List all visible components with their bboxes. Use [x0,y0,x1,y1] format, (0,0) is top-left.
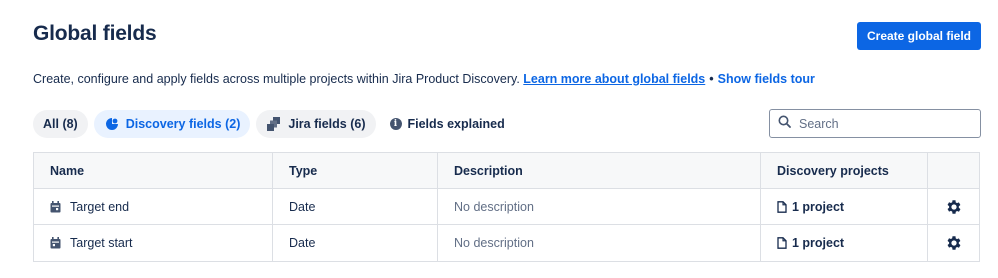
projects-count: 1 project [792,199,845,214]
filter-discovery-label: Discovery fields (2) [125,117,241,131]
column-header-actions [928,153,979,188]
projects-link[interactable]: 1 project [777,200,844,214]
create-global-field-button[interactable]: Create global field [857,22,981,50]
calendar-icon [50,237,62,249]
filter-discovery-fields[interactable]: Discovery fields (2) [93,110,251,138]
field-name-cell: Target start [34,225,273,261]
search-input[interactable] [799,116,969,131]
field-name[interactable]: Target start [70,236,133,250]
field-actions-cell [928,189,979,224]
document-icon [777,237,787,249]
projects-link[interactable]: 1 project [777,236,844,250]
document-icon [777,200,787,213]
column-header-name[interactable]: Name [34,153,273,188]
filter-jira-fields[interactable]: Jira fields (6) [256,110,376,138]
field-name-cell: Target end [34,189,273,224]
field-description-cell: No description [438,189,761,224]
column-header-discovery-projects[interactable]: Discovery projects [761,153,928,188]
field-name[interactable]: Target end [70,200,129,214]
column-header-type[interactable]: Type [273,153,438,188]
page-title: Global fields [33,22,157,45]
field-filters: All (8) Discovery fields (2) Jira fields… [33,110,505,138]
show-fields-tour-link[interactable]: Show fields tour [718,72,815,86]
table-header: Name Type Description Discovery projects [34,153,979,189]
field-description-cell: No description [438,225,761,261]
filter-all[interactable]: All (8) [33,110,88,138]
field-projects-cell: 1 project [761,225,928,261]
intro-text: Create, configure and apply fields acros… [33,72,815,86]
field-type-cell: Date [273,189,438,224]
search-icon [778,115,791,133]
table-row[interactable]: Target start Date No description 1 proje… [34,225,979,261]
gear-icon[interactable] [945,198,963,216]
projects-count: 1 project [792,236,845,250]
table-row[interactable]: Target end Date No description 1 project [34,189,979,225]
field-actions-cell [928,225,979,261]
discovery-bulb-icon [104,116,120,132]
intro-description: Create, configure and apply fields acros… [33,72,520,86]
fields-explained-button[interactable]: i Fields explained [389,117,505,131]
global-fields-table: Name Type Description Discovery projects… [33,152,980,262]
field-projects-cell: 1 project [761,189,928,224]
separator-dot: • [709,72,714,86]
fields-explained-label: Fields explained [407,117,505,131]
filter-jira-label: Jira fields (6) [288,117,366,131]
column-header-description[interactable]: Description [438,153,761,188]
filter-all-label: All (8) [43,117,78,131]
jira-icon [266,116,282,132]
gear-icon[interactable] [945,234,963,252]
field-type-cell: Date [273,225,438,261]
calendar-icon [50,200,62,213]
info-icon: i [389,118,402,130]
search-box[interactable] [769,109,981,138]
learn-more-link[interactable]: Learn more about global fields [523,72,705,86]
